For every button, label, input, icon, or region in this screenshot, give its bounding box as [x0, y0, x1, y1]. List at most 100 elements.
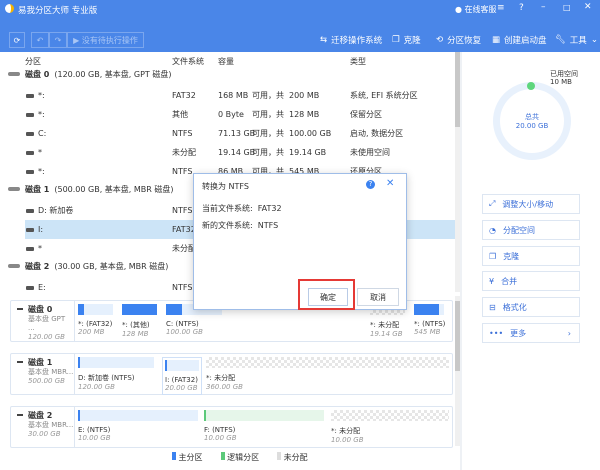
partition-total: 100.00 GB — [289, 129, 332, 138]
partition-block[interactable]: I: (FAT32) 20.00 GB — [162, 357, 202, 395]
disk-label: 磁盘 1 — [25, 184, 50, 194]
partition-row[interactable]: * 未分配 19.14 GB 可用，共 19.14 GB 未使用空间 — [25, 143, 455, 162]
partition-block[interactable]: *: (FAT32) 200 MB — [78, 304, 113, 336]
partition-total: 128 MB — [289, 110, 320, 119]
drive-icon — [26, 112, 34, 117]
resize-move-button[interactable]: ⤢ 调整大小/移动 — [482, 194, 580, 214]
dialog-close-button[interactable]: ✕ — [386, 178, 394, 189]
tools-label: 工具 — [569, 36, 587, 46]
partition-fs: FAT32 — [172, 91, 196, 100]
partition-block[interactable]: *: (其他) 128 MB — [122, 304, 157, 338]
partition-block-name: I: (FAT32) — [165, 376, 198, 384]
drive-icon — [26, 93, 34, 98]
tools-menu-button[interactable]: 🔧︎ 工具 ⌄ — [555, 34, 598, 46]
partition-fs: 未分配 — [172, 148, 196, 157]
more-icon: ••• — [489, 328, 504, 338]
online-service-label: 在线客服 — [464, 5, 497, 14]
partition-fs: NTFS — [172, 206, 193, 215]
drive-icon — [26, 246, 34, 251]
pending-label: 没有待执行操作 — [81, 35, 138, 45]
disk-icon — [8, 72, 20, 76]
label: 克隆 — [503, 251, 520, 261]
partition-block-size: 360.00 GB — [206, 383, 243, 391]
format-icon: ⊟ — [489, 302, 496, 312]
minimize-button[interactable]: – — [541, 2, 546, 12]
partition-fs: NTFS — [172, 167, 193, 176]
partition-block[interactable]: E: (NTFS) 10.00 GB — [78, 410, 198, 442]
maximize-button[interactable]: □ — [563, 3, 571, 12]
undo-button[interactable]: ↶ — [31, 32, 49, 48]
partition-block[interactable]: F: (NTFS) 10.00 GB — [204, 410, 324, 442]
partition-free: 0 Byte — [218, 110, 244, 119]
partition-block[interactable]: D: 新加卷 (NTFS) 120.00 GB — [78, 357, 154, 391]
total-capacity: 总共 20.00 GB — [515, 113, 549, 130]
partition-block-name: *: (NTFS) — [414, 320, 446, 328]
partition-row[interactable]: *: 其他 0 Byte 可用，共 128 MB 保留分区 — [25, 105, 455, 124]
disk-info: (30.00 GB, 基本盘, MBR 磁盘) — [54, 261, 169, 271]
usage-bar — [122, 304, 157, 315]
allocate-space-button[interactable]: ◔ 分配空间 — [482, 220, 580, 240]
partition-block[interactable]: *: (NTFS) 545 MB — [414, 304, 446, 336]
pie-icon: ◔ — [489, 225, 496, 235]
migrate-os-button[interactable]: ⇆ 迁移操作系统 — [320, 34, 382, 46]
clone-button[interactable]: ❐ 克隆 — [392, 34, 421, 46]
menu-icon[interactable]: ≡ — [497, 3, 505, 13]
partition-block[interactable]: *: 未分配 10.00 GB — [331, 410, 449, 444]
usage-bar — [78, 410, 198, 421]
clone-partition-button[interactable]: ❐ 克隆 — [482, 246, 580, 266]
partition-block-name: C: (NTFS) — [166, 320, 199, 328]
label: 调整大小/移动 — [502, 199, 554, 209]
partition-row[interactable]: *: FAT32 168 MB 可用，共 200 MB 系统, EFI 系统分区 — [25, 86, 455, 105]
partition-row[interactable]: C: NTFS 71.13 GB 可用，共 100.00 GB 启动, 数据分区 — [25, 124, 455, 143]
disk-row[interactable]: 磁盘 2 (30.00 GB, 基本盘, MBR 磁盘) — [8, 258, 168, 274]
disk-card-info: 磁盘 2 基本盘 MBR... 30.00 GB — [11, 407, 75, 447]
column-header-capacity[interactable]: 容量 — [218, 56, 234, 67]
usage-dot — [527, 82, 535, 90]
disk-icon — [8, 187, 20, 191]
drive-icon — [26, 169, 34, 174]
divider — [460, 52, 462, 470]
ok-button[interactable]: 确定 — [308, 288, 348, 306]
column-header-filesystem[interactable]: 文件系统 — [172, 56, 204, 67]
partition-block-size: 128 MB — [122, 330, 149, 338]
help-icon[interactable]: ? — [519, 3, 524, 13]
capacity-sep: 可用，共 — [252, 91, 284, 100]
cancel-button[interactable]: 取消 — [357, 288, 399, 306]
partition-recovery-button[interactable]: ⟲ 分区恢复 — [436, 34, 481, 46]
format-button[interactable]: ⊟ 格式化 — [482, 297, 580, 317]
partition-name: *: — [38, 167, 45, 176]
clone-label: 克隆 — [403, 36, 421, 46]
more-button[interactable]: ••• 更多 › — [482, 323, 580, 343]
disk-row[interactable]: 磁盘 0 (120.00 GB, 基本盘, GPT 磁盘) — [8, 66, 171, 82]
capacity-sep: 可用，共 — [252, 110, 284, 119]
partition-block-name: *: 未分配 — [370, 321, 400, 329]
drive-icon — [26, 150, 34, 155]
wrench-icon: 🔧︎ — [555, 35, 566, 45]
legend-unallocated: 未分配 — [277, 452, 308, 463]
partition-block-name: *: 未分配 — [206, 374, 236, 382]
disk-row[interactable]: 磁盘 1 (500.00 GB, 基本盘, MBR 磁盘) — [8, 181, 174, 197]
usage-bar — [204, 410, 324, 421]
partition-block-size: 545 MB — [414, 328, 441, 336]
column-header-type[interactable]: 类型 — [350, 56, 366, 67]
redo-button[interactable]: ↷ — [49, 32, 67, 48]
online-service-link[interactable]: ● 在线客服 — [455, 4, 497, 15]
partition-free: 168 MB — [218, 91, 249, 100]
refresh-button[interactable]: ⟳ — [9, 32, 25, 48]
disk-info: (500.00 GB, 基本盘, MBR 磁盘) — [54, 184, 174, 194]
pending-operations-button[interactable]: ▶ 没有待执行操作 — [67, 32, 144, 48]
disk-info: (120.00 GB, 基本盘, GPT 磁盘) — [54, 69, 172, 79]
help-icon[interactable]: ? — [366, 180, 375, 189]
resize-icon: ⤢ — [489, 199, 496, 208]
drive-icon — [26, 285, 34, 290]
chevron-down-icon: ⌄ — [590, 35, 598, 45]
close-button[interactable]: ✕ — [584, 2, 592, 12]
current-fs: 当前文件系统: FAT32 — [202, 204, 282, 213]
recovery-icon: ⟲ — [436, 35, 444, 45]
merge-button[interactable]: ¥ 合并 — [482, 271, 580, 291]
windows-icon: ▦ — [492, 35, 501, 45]
create-boot-disk-button[interactable]: ▦ 创建启动盘 — [492, 34, 547, 46]
partition-name: D: 新加卷 — [38, 206, 74, 215]
partition-block[interactable]: *: 未分配 360.00 GB — [206, 357, 449, 391]
clone-icon: ❐ — [392, 35, 400, 45]
